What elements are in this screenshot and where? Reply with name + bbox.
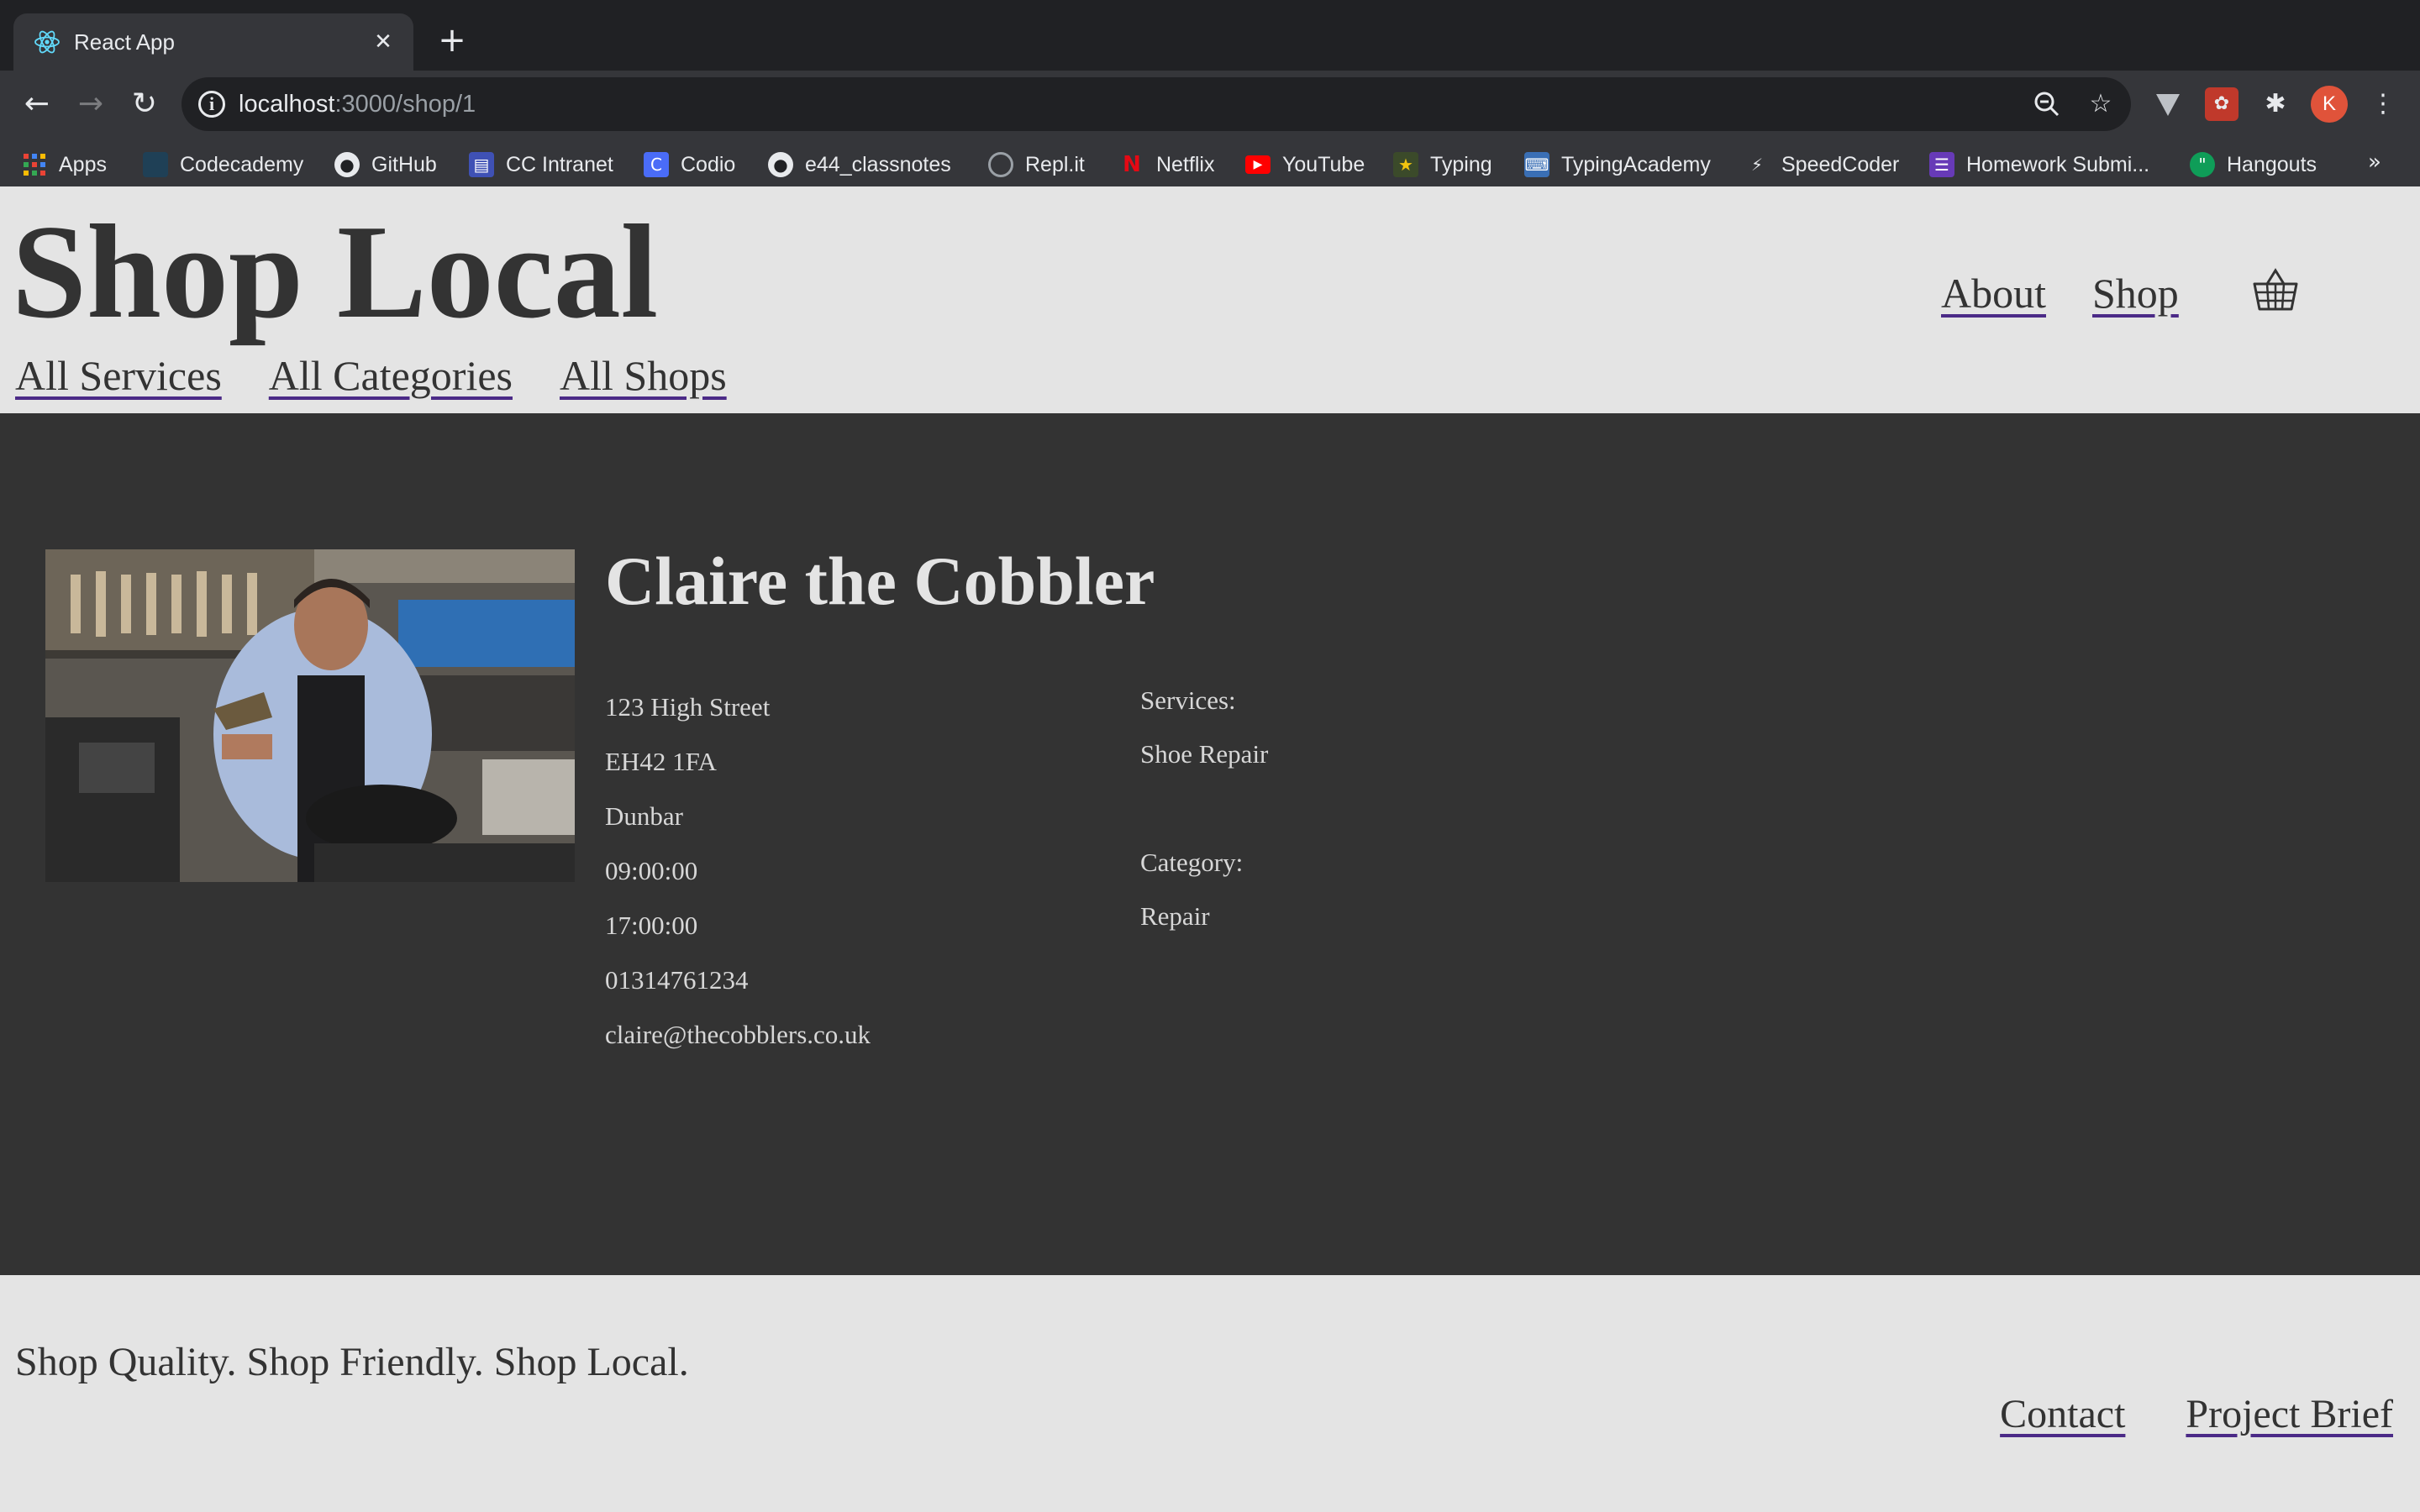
basket-icon[interactable] bbox=[2250, 265, 2301, 316]
category-label: Category: bbox=[1140, 848, 1244, 877]
bookmark-apps[interactable]: Apps bbox=[22, 146, 107, 183]
bookmark-label: e44_classnotes bbox=[805, 152, 951, 176]
replit-icon bbox=[988, 152, 1013, 177]
bookmark-typingacademy[interactable]: ⌨ TypingAcademy bbox=[1524, 146, 1711, 183]
site-title[interactable]: Shop Local bbox=[12, 192, 658, 351]
bookmark-e44-classnotes[interactable]: ● e44_classnotes bbox=[768, 146, 951, 183]
zoom-out-icon[interactable] bbox=[2030, 87, 2064, 121]
shop-postcode: EH42 1FA bbox=[605, 747, 717, 776]
about-link[interactable]: About bbox=[1941, 265, 2046, 321]
site-footer: Shop Quality. Shop Friendly. Shop Local.… bbox=[0, 1275, 2420, 1512]
back-arrow-icon[interactable]: ← bbox=[17, 84, 57, 124]
github-icon: ● bbox=[768, 152, 793, 177]
forward-arrow-icon[interactable]: → bbox=[71, 84, 111, 124]
hangouts-icon: " bbox=[2190, 152, 2215, 177]
top-nav: About Shop bbox=[1941, 265, 2179, 321]
bookmark-label: TypingAcademy bbox=[1561, 152, 1711, 176]
bookmark-youtube[interactable]: ▶ YouTube bbox=[1245, 146, 1365, 183]
shop-name: Claire the Cobbler bbox=[605, 543, 1155, 619]
apps-grid-icon bbox=[24, 154, 45, 176]
footer-tagline: Shop Quality. Shop Friendly. Shop Local. bbox=[15, 1340, 689, 1384]
shop-detail: Claire the Cobbler 123 High Street EH42 … bbox=[0, 413, 2420, 1275]
shop-town: Dunbar bbox=[605, 801, 683, 831]
typing-icon: ★ bbox=[1393, 152, 1418, 177]
bookmark-label: CC Intranet bbox=[506, 152, 613, 176]
bookmark-codio[interactable]: C Codio bbox=[644, 146, 735, 183]
cc-intranet-icon: ▤ bbox=[469, 152, 494, 177]
sub-nav: All Services All Categories All Shops bbox=[15, 348, 727, 403]
bookmarks-bar: Apps Codecademy ● GitHub ▤ CC Intranet C… bbox=[0, 138, 2420, 190]
bookmark-homework[interactable]: ☰ Homework Submi... bbox=[1929, 146, 2149, 183]
bookmark-label: Codio bbox=[681, 152, 736, 176]
shop-photo bbox=[45, 549, 575, 882]
closing-time: 17:00:00 bbox=[605, 911, 698, 940]
reload-icon[interactable]: ↻ bbox=[124, 84, 165, 124]
bookmark-label: Typing bbox=[1430, 152, 1492, 176]
bookmark-label: SpeedCoder bbox=[1781, 152, 1900, 176]
speedcoder-icon: ⚡ bbox=[1750, 155, 1764, 175]
extension-icon[interactable]: ✿ bbox=[2205, 87, 2238, 121]
services-value: Shoe Repair bbox=[1140, 739, 1269, 769]
url-host: localhost bbox=[239, 91, 335, 118]
site-info-icon[interactable]: i bbox=[198, 91, 225, 118]
bookmark-github[interactable]: ● GitHub bbox=[334, 146, 437, 183]
shop-address: 123 High Street bbox=[605, 692, 771, 722]
site-header: Shop Local About Shop All Services All C… bbox=[0, 186, 2420, 413]
browser-menu-icon[interactable]: ⋮ bbox=[2366, 87, 2400, 121]
bookmark-label: Codecademy bbox=[180, 152, 304, 176]
footer-links: Contact Project Brief bbox=[2000, 1388, 2393, 1441]
bookmark-hangouts[interactable]: " Hangouts bbox=[2190, 146, 2317, 183]
tab-title: React App bbox=[74, 29, 175, 55]
bookmark-codecademy[interactable]: Codecademy bbox=[143, 146, 303, 183]
url-text[interactable]: localhost:3000/shop/1 bbox=[239, 87, 476, 121]
shop-phone: 01314761234 bbox=[605, 965, 749, 995]
browser-tab-strip: React App ✕ + bbox=[0, 0, 2420, 71]
services-label: Services: bbox=[1140, 685, 1236, 715]
opening-time: 09:00:00 bbox=[605, 856, 698, 885]
bookmark-netflix[interactable]: N Netflix bbox=[1119, 146, 1214, 183]
extensions-puzzle-icon[interactable]: ✱ bbox=[2259, 87, 2292, 121]
bookmark-label: Repl.it bbox=[1025, 152, 1085, 176]
browser-tab[interactable]: React App ✕ bbox=[13, 13, 413, 71]
bookmark-label: Apps bbox=[59, 152, 107, 176]
bookmark-label: YouTube bbox=[1282, 152, 1365, 176]
bookmarks-overflow-icon[interactable]: » bbox=[2368, 150, 2381, 175]
contact-link[interactable]: Contact bbox=[2000, 1388, 2125, 1441]
browser-toolbar: ← → ↻ i localhost:3000/shop/1 ☆ ✿ ✱ K ⋮ … bbox=[0, 71, 2420, 202]
typingacademy-icon: ⌨ bbox=[1524, 152, 1549, 177]
bookmark-replit[interactable]: Repl.it bbox=[988, 146, 1085, 183]
address-bar[interactable]: i localhost:3000/shop/1 ☆ bbox=[182, 77, 2131, 131]
homework-icon: ☰ bbox=[1929, 152, 1954, 177]
bookmark-label: Hangouts bbox=[2227, 152, 2317, 176]
all-shops-link[interactable]: All Shops bbox=[560, 348, 727, 403]
shop-link[interactable]: Shop bbox=[2092, 265, 2179, 321]
codecademy-icon bbox=[143, 152, 168, 177]
bookmark-typing[interactable]: ★ Typing bbox=[1393, 146, 1492, 183]
netflix-icon: N bbox=[1123, 152, 1141, 177]
all-services-link[interactable]: All Services bbox=[15, 348, 222, 403]
shop-email: claire@thecobblers.co.uk bbox=[605, 1020, 871, 1049]
new-tab-button[interactable]: + bbox=[435, 24, 469, 57]
bookmark-star-icon[interactable]: ☆ bbox=[2084, 87, 2118, 121]
shop-details: 123 High Street EH42 1FA Dunbar 09:00:00… bbox=[605, 690, 871, 1073]
bookmark-label: GitHub bbox=[371, 152, 437, 176]
project-brief-link[interactable]: Project Brief bbox=[2186, 1388, 2393, 1441]
youtube-icon: ▶ bbox=[1245, 155, 1270, 174]
bookmark-label: Netflix bbox=[1156, 152, 1215, 176]
category-value: Repair bbox=[1140, 901, 1210, 931]
github-icon: ● bbox=[334, 152, 360, 177]
profile-avatar[interactable]: K bbox=[2311, 86, 2348, 123]
react-icon bbox=[34, 30, 60, 54]
vimium-extension-icon[interactable] bbox=[2151, 87, 2185, 121]
bookmark-label: Homework Submi... bbox=[1966, 152, 2150, 176]
close-tab-icon[interactable]: ✕ bbox=[368, 27, 398, 57]
bookmark-cc-intranet[interactable]: ▤ CC Intranet bbox=[469, 146, 613, 183]
url-path: :3000/shop/1 bbox=[334, 91, 476, 118]
codio-icon: C bbox=[644, 152, 669, 177]
bookmark-speedcoder[interactable]: ⚡ SpeedCoder bbox=[1744, 146, 1899, 183]
all-categories-link[interactable]: All Categories bbox=[269, 348, 513, 403]
